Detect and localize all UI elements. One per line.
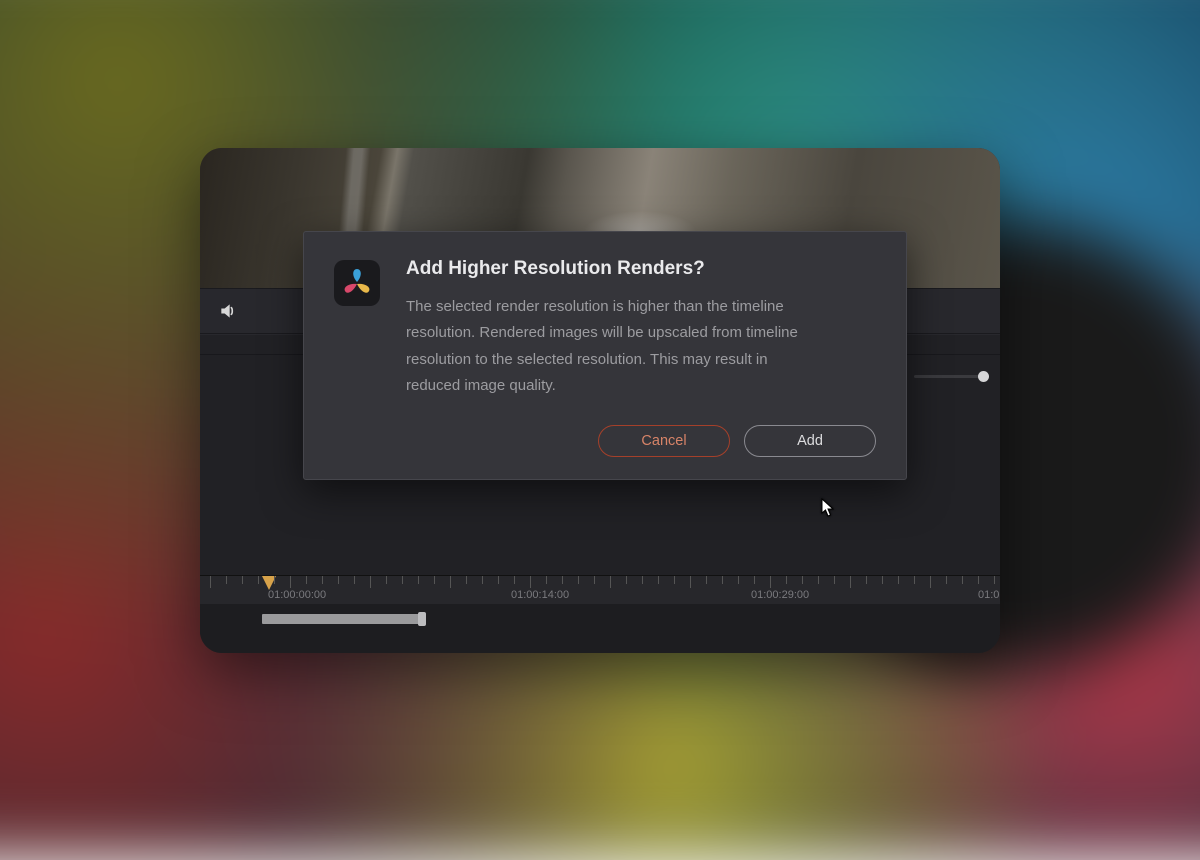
ruler-tick bbox=[290, 576, 291, 588]
ruler-tick bbox=[706, 576, 707, 584]
ruler-tick bbox=[210, 576, 211, 588]
ruler-tick bbox=[482, 576, 483, 584]
ruler-tick bbox=[274, 576, 275, 584]
ruler-tick bbox=[930, 576, 931, 588]
ruler-tick bbox=[402, 576, 403, 584]
ruler-tick bbox=[914, 576, 915, 584]
ruler-tick bbox=[594, 576, 595, 584]
ruler-tick bbox=[434, 576, 435, 584]
ruler-tick bbox=[850, 576, 851, 588]
davinci-resolve-logo-icon bbox=[334, 260, 380, 306]
ruler-tick bbox=[498, 576, 499, 584]
ruler-tick bbox=[674, 576, 675, 584]
timecode-label: 01:00:00:00 bbox=[268, 589, 326, 601]
ruler-tick bbox=[754, 576, 755, 584]
add-button[interactable]: Add bbox=[744, 425, 876, 457]
ruler-tick bbox=[242, 576, 243, 584]
mouse-cursor-icon bbox=[821, 498, 835, 518]
ruler-tick bbox=[514, 576, 515, 584]
ruler-tick bbox=[354, 576, 355, 584]
ruler-tick bbox=[658, 576, 659, 584]
timecode-label: 01:0 bbox=[978, 589, 999, 601]
ruler-tick bbox=[962, 576, 963, 584]
ruler-tick bbox=[530, 576, 531, 588]
dialog-title: Add Higher Resolution Renders? bbox=[406, 258, 806, 280]
ruler-tick bbox=[738, 576, 739, 584]
ruler-tick bbox=[978, 576, 979, 584]
ruler-tick bbox=[946, 576, 947, 584]
timecode-label: 01:00:29:00 bbox=[751, 589, 809, 601]
ruler-tick bbox=[626, 576, 627, 584]
timeline-clip[interactable] bbox=[262, 614, 422, 624]
ruler-tick bbox=[610, 576, 611, 588]
timeline-ruler[interactable]: 01:00:00:00 01:00:14:00 01:00:29:00 01:0 bbox=[200, 576, 1000, 604]
ruler-tick bbox=[562, 576, 563, 584]
ruler-tick bbox=[546, 576, 547, 584]
timeline[interactable]: 01:00:00:00 01:00:14:00 01:00:29:00 01:0 bbox=[200, 575, 1000, 653]
ruler-tick bbox=[258, 576, 259, 584]
cancel-button[interactable]: Cancel bbox=[598, 425, 730, 457]
ruler-tick bbox=[370, 576, 371, 588]
ruler-tick bbox=[642, 576, 643, 584]
ruler-tick bbox=[834, 576, 835, 584]
ruler-tick bbox=[866, 576, 867, 584]
ruler-tick bbox=[322, 576, 323, 584]
ruler-tick bbox=[994, 576, 995, 584]
ruler-tick bbox=[722, 576, 723, 584]
zoom-slider[interactable] bbox=[914, 375, 986, 378]
speaker-icon[interactable] bbox=[218, 301, 238, 321]
timecode-label: 01:00:14:00 bbox=[511, 589, 569, 601]
ruler-tick bbox=[338, 576, 339, 584]
ruler-tick bbox=[882, 576, 883, 584]
ruler-tick bbox=[450, 576, 451, 588]
dialog-body-text: The selected render resolution is higher… bbox=[406, 294, 806, 399]
ruler-tick bbox=[226, 576, 227, 584]
ruler-tick bbox=[386, 576, 387, 584]
ruler-tick bbox=[818, 576, 819, 584]
resolution-warning-dialog: Add Higher Resolution Renders? The selec… bbox=[303, 231, 907, 480]
ruler-tick bbox=[578, 576, 579, 584]
ruler-tick bbox=[306, 576, 307, 584]
ruler-tick bbox=[898, 576, 899, 584]
clip-out-handle[interactable] bbox=[418, 612, 426, 626]
ruler-tick bbox=[418, 576, 419, 584]
zoom-slider-knob[interactable] bbox=[978, 371, 989, 382]
ruler-tick bbox=[770, 576, 771, 588]
ruler-tick bbox=[802, 576, 803, 584]
ruler-tick bbox=[690, 576, 691, 588]
ruler-tick bbox=[786, 576, 787, 584]
ruler-tick bbox=[466, 576, 467, 584]
